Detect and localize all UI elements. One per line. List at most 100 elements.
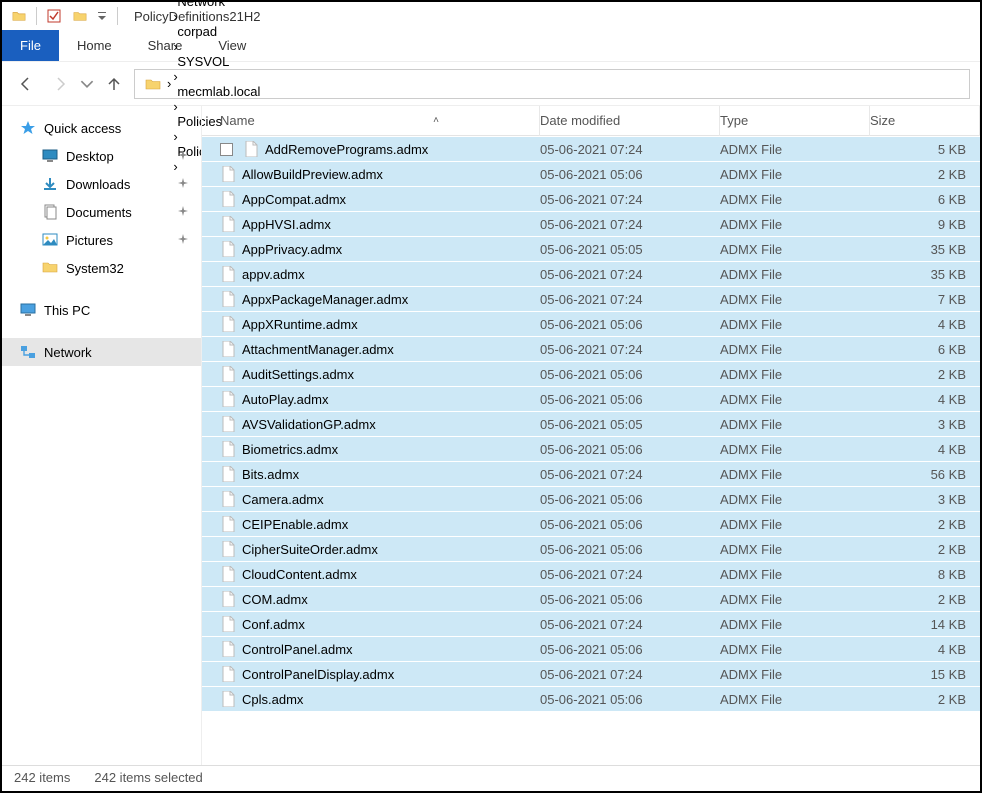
file-icon bbox=[220, 266, 236, 282]
file-row[interactable]: AppCompat.admx05-06-2021 07:24ADMX File6… bbox=[202, 186, 980, 211]
file-icon bbox=[220, 591, 236, 607]
file-rows[interactable]: AddRemovePrograms.admx05-06-2021 07:24AD… bbox=[202, 136, 980, 765]
col-date[interactable]: Date modified bbox=[540, 106, 720, 136]
back-button[interactable] bbox=[12, 70, 40, 98]
sidebar-item-label: Downloads bbox=[66, 177, 130, 192]
file-row[interactable]: AVSValidationGP.admx05-06-2021 05:05ADMX… bbox=[202, 411, 980, 436]
breadcrumb-segment[interactable]: Network bbox=[173, 0, 307, 9]
sidebar-item[interactable]: System32 bbox=[2, 254, 201, 282]
tab-home[interactable]: Home bbox=[59, 30, 130, 61]
col-name[interactable]: Name ˄ bbox=[220, 106, 540, 136]
file-row[interactable]: AuditSettings.admx05-06-2021 05:06ADMX F… bbox=[202, 361, 980, 386]
sidebar-this-pc[interactable]: This PC bbox=[2, 296, 201, 324]
file-row[interactable]: Cpls.admx05-06-2021 05:06ADMX File2 KB bbox=[202, 686, 980, 711]
chevron-right-icon[interactable]: › bbox=[167, 76, 171, 91]
file-row[interactable]: Conf.admx05-06-2021 07:24ADMX File14 KB bbox=[202, 611, 980, 636]
file-row[interactable]: CEIPEnable.admx05-06-2021 05:06ADMX File… bbox=[202, 511, 980, 536]
file-row[interactable]: AppXRuntime.admx05-06-2021 05:06ADMX Fil… bbox=[202, 311, 980, 336]
file-row[interactable]: appv.admx05-06-2021 07:24ADMX File35 KB bbox=[202, 261, 980, 286]
file-icon bbox=[220, 641, 236, 657]
file-icon bbox=[220, 341, 236, 357]
sidebar-item[interactable]: Desktop bbox=[2, 142, 201, 170]
file-name: AttachmentManager.admx bbox=[242, 342, 394, 357]
file-row[interactable]: Camera.admx05-06-2021 05:06ADMX File3 KB bbox=[202, 486, 980, 511]
qat-customize-chevron[interactable] bbox=[95, 12, 109, 20]
file-icon bbox=[220, 366, 236, 382]
file-type: ADMX File bbox=[720, 692, 870, 707]
file-row[interactable]: ControlPanel.admx05-06-2021 05:06ADMX Fi… bbox=[202, 636, 980, 661]
address-bar[interactable]: › Network › corpad › SYSVOL › mecmlab.lo… bbox=[134, 69, 970, 99]
file-type: ADMX File bbox=[720, 542, 870, 557]
file-size: 7 KB bbox=[870, 292, 980, 307]
file-type: ADMX File bbox=[720, 342, 870, 357]
file-type: ADMX File bbox=[720, 242, 870, 257]
tab-file[interactable]: File bbox=[2, 30, 59, 61]
col-size[interactable]: Size bbox=[870, 106, 980, 136]
file-name: ControlPanelDisplay.admx bbox=[242, 667, 394, 682]
file-type: ADMX File bbox=[720, 392, 870, 407]
file-size: 6 KB bbox=[870, 342, 980, 357]
file-size: 9 KB bbox=[870, 217, 980, 232]
chevron-right-icon[interactable]: › bbox=[173, 39, 177, 54]
file-date: 05-06-2021 07:24 bbox=[540, 217, 720, 232]
col-type[interactable]: Type bbox=[720, 106, 870, 136]
file-row[interactable]: CloudContent.admx05-06-2021 07:24ADMX Fi… bbox=[202, 561, 980, 586]
file-icon bbox=[220, 166, 236, 182]
file-type: ADMX File bbox=[720, 642, 870, 657]
column-headers: Name ˄ Date modified Type Size bbox=[202, 106, 980, 136]
file-row[interactable]: AllowBuildPreview.admx05-06-2021 05:06AD… bbox=[202, 161, 980, 186]
file-row[interactable]: Bits.admx05-06-2021 07:24ADMX File56 KB bbox=[202, 461, 980, 486]
sidebar-item[interactable]: Pictures bbox=[2, 226, 201, 254]
up-button[interactable] bbox=[100, 70, 128, 98]
file-type: ADMX File bbox=[720, 192, 870, 207]
breadcrumb-segment[interactable]: SYSVOL bbox=[173, 54, 307, 69]
file-type: ADMX File bbox=[720, 167, 870, 182]
file-row[interactable]: Biometrics.admx05-06-2021 05:06ADMX File… bbox=[202, 436, 980, 461]
file-name: appv.admx bbox=[242, 267, 305, 282]
sidebar-item-label: Pictures bbox=[66, 233, 113, 248]
monitor-icon bbox=[20, 302, 36, 318]
file-row[interactable]: CipherSuiteOrder.admx05-06-2021 05:06ADM… bbox=[202, 536, 980, 561]
pin-icon bbox=[177, 205, 189, 220]
file-date: 05-06-2021 07:24 bbox=[540, 192, 720, 207]
file-icon bbox=[220, 516, 236, 532]
file-name: AVSValidationGP.admx bbox=[242, 417, 376, 432]
sidebar-item[interactable]: Downloads bbox=[2, 170, 201, 198]
sidebar-network[interactable]: Network bbox=[2, 338, 201, 366]
file-row[interactable]: AttachmentManager.admx05-06-2021 07:24AD… bbox=[202, 336, 980, 361]
row-checkbox[interactable] bbox=[220, 143, 233, 156]
file-row[interactable]: COM.admx05-06-2021 05:06ADMX File2 KB bbox=[202, 586, 980, 611]
sidebar-item[interactable]: Documents bbox=[2, 198, 201, 226]
file-row[interactable]: AppPrivacy.admx05-06-2021 05:05ADMX File… bbox=[202, 236, 980, 261]
chevron-right-icon[interactable]: › bbox=[173, 69, 177, 84]
main-content: Quick access Desktop Downloads Documents Pi… bbox=[2, 106, 980, 765]
history-chevron[interactable] bbox=[80, 70, 94, 98]
file-row[interactable]: AutoPlay.admx05-06-2021 05:06ADMX File4 … bbox=[202, 386, 980, 411]
file-type: ADMX File bbox=[720, 142, 870, 157]
file-date: 05-06-2021 05:06 bbox=[540, 642, 720, 657]
file-name: Camera.admx bbox=[242, 492, 324, 507]
forward-button[interactable] bbox=[46, 70, 74, 98]
file-type: ADMX File bbox=[720, 517, 870, 532]
file-icon bbox=[220, 391, 236, 407]
folder-icon[interactable] bbox=[69, 5, 91, 27]
file-name: AuditSettings.admx bbox=[242, 367, 354, 382]
breadcrumb-segment[interactable]: mecmlab.local bbox=[173, 84, 307, 99]
breadcrumb-segment[interactable]: corpad bbox=[173, 24, 307, 39]
file-icon bbox=[220, 691, 236, 707]
file-name: AppxPackageManager.admx bbox=[242, 292, 408, 307]
file-row[interactable]: AppHVSI.admx05-06-2021 07:24ADMX File9 K… bbox=[202, 211, 980, 236]
file-size: 2 KB bbox=[870, 692, 980, 707]
qat-properties-button[interactable] bbox=[43, 5, 65, 27]
file-icon bbox=[220, 541, 236, 557]
file-row[interactable]: AddRemovePrograms.admx05-06-2021 07:24AD… bbox=[202, 136, 980, 161]
file-date: 05-06-2021 05:06 bbox=[540, 367, 720, 382]
file-row[interactable]: AppxPackageManager.admx05-06-2021 07:24A… bbox=[202, 286, 980, 311]
sidebar-quick-access[interactable]: Quick access bbox=[2, 114, 201, 142]
file-type: ADMX File bbox=[720, 592, 870, 607]
file-icon bbox=[220, 216, 236, 232]
chevron-right-icon[interactable]: › bbox=[173, 9, 177, 24]
file-icon bbox=[220, 616, 236, 632]
file-row[interactable]: ControlPanelDisplay.admx05-06-2021 07:24… bbox=[202, 661, 980, 686]
file-icon bbox=[220, 491, 236, 507]
